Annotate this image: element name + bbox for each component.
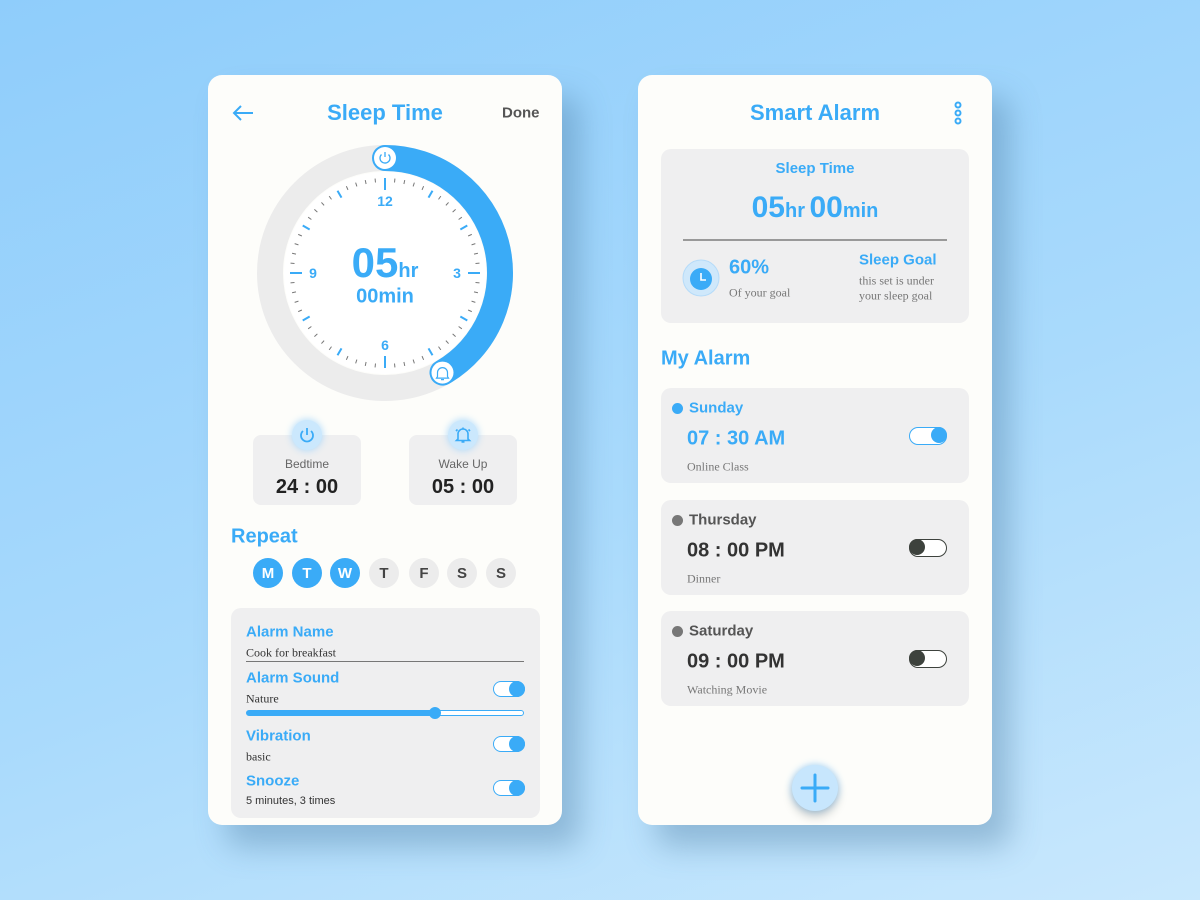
- alarm-sound-value: Nature: [246, 691, 279, 706]
- volume-thumb[interactable]: [428, 707, 441, 719]
- status-dot: [672, 403, 683, 414]
- sleep-goal-title: Sleep Goal: [859, 251, 937, 269]
- dial-number: 9: [309, 265, 317, 281]
- dial-hours: 05: [351, 239, 399, 286]
- alarm-time: 09 : 00 PM: [687, 650, 785, 673]
- vibration-value: basic: [246, 749, 271, 764]
- dial-number: 3: [453, 265, 461, 281]
- alarm-time: 08 : 00 PM: [687, 539, 785, 562]
- more-vertical-icon[interactable]: [952, 101, 964, 125]
- goal-percent: 60%: [729, 256, 770, 279]
- alarm-settings-panel: Alarm Name Cook for breakfast Alarm Soun…: [231, 608, 540, 818]
- my-alarm-heading: My Alarm: [661, 347, 751, 370]
- bedtime-card[interactable]: Bedtime 24 : 00: [253, 420, 361, 505]
- day-toggle-0[interactable]: M: [253, 558, 283, 588]
- day-toggle-2[interactable]: W: [330, 558, 360, 588]
- day-toggle-1[interactable]: T: [292, 558, 322, 588]
- bedtime-handle[interactable]: [374, 147, 396, 169]
- alarm-time: 07 : 30 AM: [687, 427, 786, 450]
- page-title: Sleep Time: [327, 100, 443, 125]
- snooze-label: Snooze: [246, 772, 300, 790]
- summary-hours: 05: [751, 191, 785, 224]
- dial-number: 12: [377, 193, 393, 209]
- wakeup-card[interactable]: Wake Up 05 : 00: [409, 420, 517, 505]
- dial-number: 6: [381, 337, 389, 353]
- dial-hr-unit: hr: [398, 260, 419, 282]
- alarm-name-label: Alarm Name: [246, 623, 334, 641]
- wakeup-value: 05 : 00: [431, 476, 495, 498]
- alarm-sound-toggle[interactable]: [493, 680, 525, 697]
- alarm-name-underline: [246, 661, 524, 662]
- vibration-toggle[interactable]: [493, 735, 525, 752]
- alarm-item[interactable]: Saturday 09 : 00 PM Watching Movie: [661, 611, 969, 706]
- power-icon: [292, 420, 322, 450]
- day-toggle-4[interactable]: F: [409, 558, 439, 588]
- sleep-goal-line2: your sleep goal: [859, 288, 933, 303]
- alarm-toggle[interactable]: [909, 649, 947, 668]
- alarm-toggle[interactable]: [909, 538, 947, 557]
- volume-slider[interactable]: [246, 707, 524, 719]
- summary-hr-unit: hr: [784, 200, 805, 222]
- bedtime-value: 24 : 00: [275, 476, 339, 498]
- sleep-summary-card: Sleep Time 05hr 00min 60% Of your goal S…: [661, 149, 969, 323]
- smart-alarm-screen: Smart Alarm Sleep Time 05hr 00min 60% Of…: [638, 75, 992, 825]
- summary-divider: [683, 239, 947, 241]
- day-toggle-6[interactable]: S: [486, 558, 516, 588]
- goal-percent-caption: Of your goal: [729, 285, 791, 300]
- alarm-item[interactable]: Thursday 08 : 00 PM Dinner: [661, 500, 969, 595]
- alarm-day: Thursday: [689, 511, 757, 529]
- summary-min-unit: min: [842, 200, 879, 222]
- day-toggle-3[interactable]: T: [369, 558, 399, 588]
- wakeup-label: Wake Up: [438, 457, 488, 471]
- done-button[interactable]: Done: [502, 105, 540, 122]
- repeat-heading: Repeat: [231, 525, 298, 548]
- summary-minutes: 00: [809, 191, 843, 224]
- alarm-day: Saturday: [689, 622, 754, 640]
- add-alarm-button[interactable]: [792, 765, 838, 811]
- alarm-day: Sunday: [689, 399, 744, 417]
- alarm-name-input[interactable]: Cook for breakfast: [246, 646, 524, 661]
- alarm-note: Online Class: [687, 459, 749, 474]
- snooze-value: 5 minutes, 3 times: [246, 795, 336, 807]
- dial-duration: 05hr: [352, 239, 419, 287]
- alarm-note: Dinner: [687, 571, 721, 586]
- arrow-left-icon[interactable]: [232, 105, 254, 121]
- wakeup-handle[interactable]: [431, 361, 454, 384]
- page-title: Smart Alarm: [749, 100, 881, 125]
- dial-minutes: 00min: [356, 285, 414, 308]
- alarm-item[interactable]: Sunday 07 : 30 AM Online Class: [661, 388, 969, 483]
- bedtime-label: Bedtime: [284, 457, 330, 471]
- volume-fill: [247, 711, 435, 715]
- sleep-time-screen: Sleep Time Done 12 3 6 9 05hr 00min Bedtime…: [208, 75, 562, 825]
- alarm-sound-label: Alarm Sound: [246, 669, 340, 687]
- vibration-label: Vibration: [246, 727, 311, 745]
- alarm-note: Watching Movie: [687, 682, 768, 697]
- snooze-toggle[interactable]: [493, 779, 525, 796]
- sleep-goal-line1: this set is under: [859, 273, 934, 288]
- plus-icon: [800, 773, 830, 803]
- summary-title: Sleep Time: [775, 160, 855, 177]
- bell-icon: [448, 420, 478, 450]
- summary-duration: 05hr 00min: [661, 191, 969, 225]
- status-dot: [672, 626, 683, 637]
- alarm-clock-icon: [682, 259, 720, 297]
- status-dot: [672, 515, 683, 526]
- alarm-toggle[interactable]: [909, 426, 947, 445]
- day-toggle-5[interactable]: S: [447, 558, 477, 588]
